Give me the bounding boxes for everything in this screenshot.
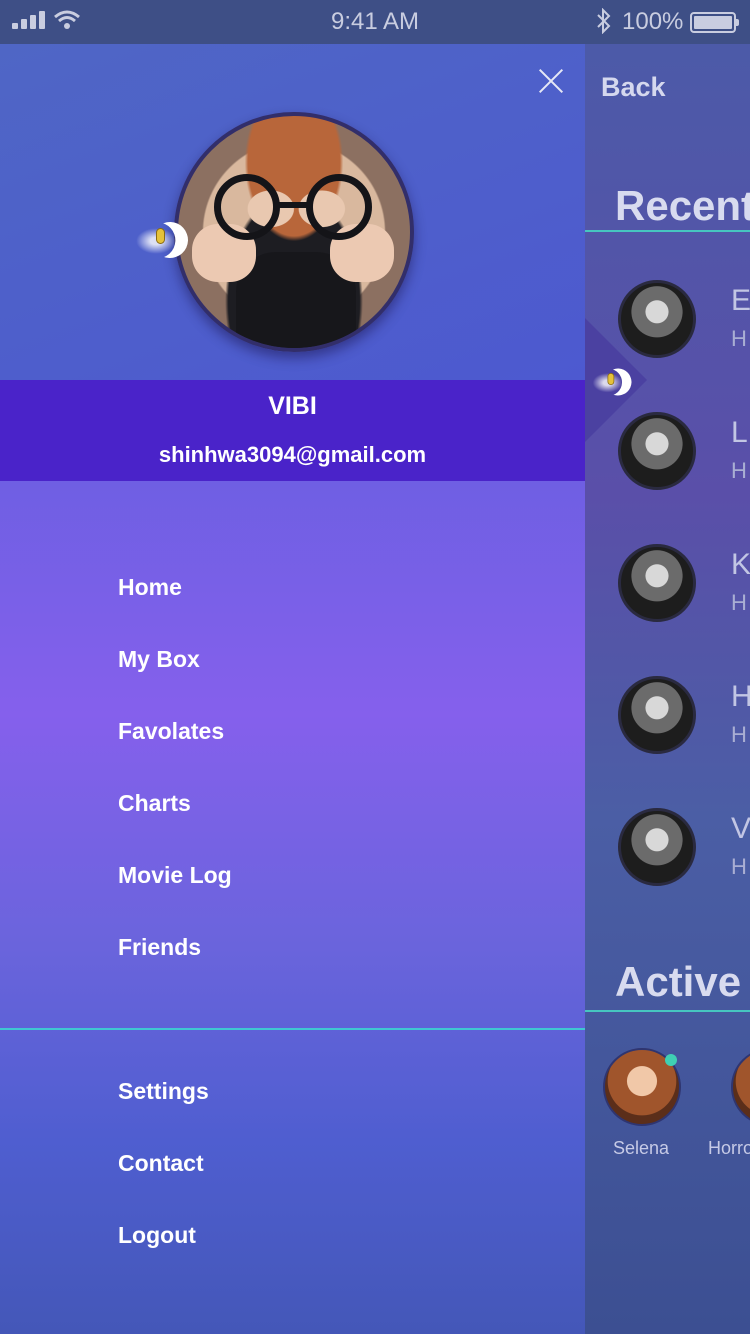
background-screen: Back Recent E H L H K H H H V H Active S… [585,44,750,1334]
drawer-header [0,44,585,380]
profile-avatar[interactable] [174,112,414,352]
recent-item-subtitle: H [731,458,747,483]
moon-icon [592,367,633,397]
menu-item-logout[interactable]: Logout [118,1222,196,1249]
recent-item-subtitle: H [731,326,747,351]
recent-item-subtitle: H [731,854,747,879]
recent-item-name: L [731,416,748,449]
recent-section-rule [585,230,750,232]
menu-item-movie-log[interactable]: Movie Log [118,862,232,889]
moon-icon [136,220,190,260]
battery-percent: 100% [622,8,684,35]
recent-item-name: V [731,812,750,845]
menu-item-friends[interactable]: Friends [118,934,201,961]
active-section-title: Active [615,958,742,1005]
user-info: VIBI shinhwa3094@gmail.com [0,380,585,481]
avatar [618,544,696,622]
avatar [618,808,696,886]
menu-item-charts[interactable]: Charts [118,790,191,817]
user-email: shinhwa3094@gmail.com [158,442,427,467]
recent-item-subtitle: H [731,590,747,615]
recent-item-name: H [731,680,750,713]
back-button[interactable]: Back [601,72,666,103]
recent-item[interactable]: H H [618,676,750,754]
menu-divider [0,1028,585,1030]
active-section-rule [585,1010,750,1012]
user-name: VIBI [268,392,317,420]
recent-item-name: E [731,284,750,317]
menu-item-favolates[interactable]: Favolates [118,718,224,745]
menu-item-my-box[interactable]: My Box [118,646,200,673]
recent-item-name: K [731,548,750,581]
avatar [618,676,696,754]
battery-icon [690,12,739,33]
recent-item[interactable]: V H [618,808,750,886]
menu-item-settings[interactable]: Settings [118,1078,209,1105]
side-drawer: VIBI shinhwa3094@gmail.com Home My Box F… [0,44,585,1334]
menu-item-contact[interactable]: Contact [118,1150,204,1177]
active-user-name: Horro [708,1138,750,1158]
close-icon[interactable] [538,68,564,94]
menu-item-home[interactable]: Home [118,574,182,601]
status-bar: 9:41 AM 100% [0,0,750,44]
recent-section-title: Recent [615,182,750,229]
recent-item-subtitle: H [731,722,747,747]
recent-item[interactable]: K H [618,544,750,622]
active-user-avatar[interactable] [731,1048,750,1126]
online-indicator [665,1054,677,1066]
active-user-name: Selena [613,1138,670,1158]
bluetooth-icon [596,7,612,41]
